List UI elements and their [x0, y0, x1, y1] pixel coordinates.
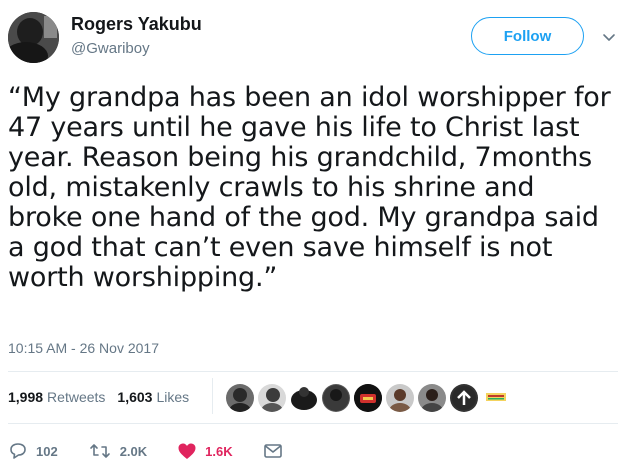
heart-icon — [178, 443, 196, 459]
liker-avatar[interactable] — [386, 384, 414, 412]
divider — [8, 371, 618, 372]
retweets-label[interactable]: Retweets — [47, 389, 105, 405]
divider — [212, 378, 213, 414]
reply-button[interactable]: 102 — [8, 442, 58, 460]
liker-avatar[interactable] — [258, 384, 286, 412]
display-name[interactable]: Rogers Yakubu — [71, 14, 202, 35]
retweet-icon — [89, 444, 110, 458]
tweet-text: “My grandpa has been an idol worshipper … — [8, 82, 611, 293]
avatar[interactable] — [8, 12, 59, 63]
liker-avatar[interactable] — [354, 384, 382, 412]
like-count: 1.6K — [205, 443, 233, 459]
divider — [8, 423, 618, 424]
like-button[interactable]: 1.6K — [177, 442, 233, 460]
tweet-actions: 102 2.0K 1.6K — [8, 439, 321, 463]
liker-avatar[interactable] — [290, 384, 318, 412]
liker-avatar[interactable] — [226, 384, 254, 412]
likes-label[interactable]: Likes — [156, 389, 189, 405]
liker-avatar[interactable] — [482, 384, 510, 412]
liker-avatars — [226, 383, 514, 413]
envelope-icon — [263, 444, 282, 458]
likes-count[interactable]: 1,603 — [117, 389, 152, 405]
retweet-button[interactable]: 2.0K — [88, 442, 147, 460]
tweet-timestamp[interactable]: 10:15 AM - 26 Nov 2017 — [8, 340, 159, 356]
username-handle[interactable]: @Gwariboy — [71, 40, 150, 57]
follow-button[interactable]: Follow — [471, 17, 584, 55]
engagement-stats: 1,998 Retweets 1,603 Likes — [8, 389, 201, 405]
liker-avatar[interactable] — [418, 384, 446, 412]
liker-avatar[interactable] — [450, 384, 478, 412]
reply-count: 102 — [36, 443, 58, 459]
liker-avatar[interactable] — [322, 384, 350, 412]
direct-message-button[interactable] — [263, 443, 291, 459]
tweet-header: Rogers Yakubu @Gwariboy Follow — [0, 0, 618, 80]
retweet-count: 2.0K — [119, 443, 148, 459]
chevron-down-icon[interactable] — [602, 30, 616, 44]
retweets-count[interactable]: 1,998 — [8, 389, 43, 405]
reply-icon — [10, 443, 26, 459]
